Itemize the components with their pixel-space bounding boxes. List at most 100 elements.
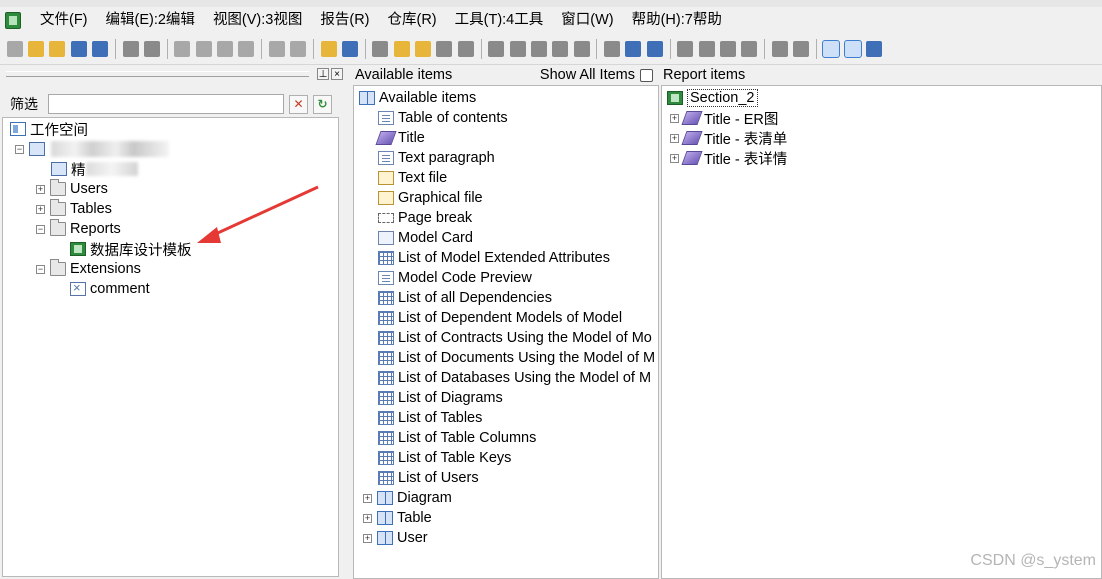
pen-icon[interactable] bbox=[530, 40, 547, 57]
list-item[interactable]: List of Databases Using the Model of M bbox=[378, 368, 651, 388]
close-pane-button[interactable]: × bbox=[331, 68, 343, 80]
new-icon[interactable] bbox=[6, 40, 23, 57]
list-item[interactable]: Table of contents bbox=[378, 108, 508, 128]
font-icon[interactable] bbox=[573, 40, 590, 57]
list-item[interactable]: List of Table Columns bbox=[378, 428, 536, 448]
report-format-icon[interactable] bbox=[372, 40, 389, 57]
copy-icon[interactable] bbox=[195, 40, 212, 57]
list-item[interactable]: List of Users bbox=[378, 468, 479, 488]
paste-icon[interactable] bbox=[217, 40, 234, 57]
list-item[interactable]: List of Table Keys bbox=[378, 448, 511, 468]
add-item-icon[interactable] bbox=[457, 40, 474, 57]
tree-model-sub[interactable]: 精 bbox=[51, 159, 138, 179]
list-item[interactable]: Page break bbox=[378, 208, 472, 228]
image2-icon[interactable] bbox=[698, 40, 715, 57]
show-all-items-checkbox[interactable] bbox=[640, 68, 653, 82]
list-item[interactable]: List of Model Extended Attributes bbox=[378, 248, 610, 268]
collapse-pane-button[interactable]: ⊥ bbox=[317, 68, 329, 80]
list-item[interactable]: Graphical file bbox=[378, 188, 483, 208]
menu-repository[interactable]: 仓库(R) bbox=[379, 7, 446, 33]
report-template-icon[interactable] bbox=[415, 40, 432, 57]
list-group[interactable]: + Diagram bbox=[363, 488, 452, 508]
expand-toggle-icon[interactable]: + bbox=[363, 513, 372, 523]
menu-edit[interactable]: 编辑(E):2编辑 bbox=[97, 7, 204, 33]
move-right-icon[interactable] bbox=[646, 40, 663, 57]
expand-toggle-icon[interactable]: + bbox=[670, 113, 679, 123]
image6-icon[interactable] bbox=[793, 40, 810, 57]
tree-users[interactable]: + Users bbox=[36, 179, 108, 199]
view-mode3-icon[interactable] bbox=[866, 40, 883, 57]
menu-help[interactable]: 帮助(H):7帮助 bbox=[623, 7, 731, 33]
move-left-icon[interactable] bbox=[625, 40, 642, 57]
redo-icon[interactable] bbox=[290, 40, 307, 57]
tree-report-item[interactable]: 数据库设计模板 bbox=[70, 239, 192, 259]
list-item[interactable]: List of Tables bbox=[378, 408, 482, 428]
menu-window[interactable]: 窗口(W) bbox=[552, 7, 622, 33]
expand-toggle-icon[interactable]: + bbox=[670, 153, 679, 163]
list-item[interactable]: Model Card bbox=[378, 228, 473, 248]
app-icon[interactable] bbox=[5, 11, 21, 29]
list-group[interactable]: + Table bbox=[363, 508, 432, 528]
report-item[interactable]: + Title - ER图 bbox=[670, 108, 778, 128]
undo-icon[interactable] bbox=[268, 40, 285, 57]
filter-input[interactable] bbox=[48, 94, 284, 114]
view-mode-icon[interactable] bbox=[822, 39, 841, 58]
properties-icon[interactable] bbox=[320, 40, 337, 57]
list-item[interactable]: List of all Dependencies bbox=[378, 288, 552, 308]
image4-icon[interactable] bbox=[741, 40, 758, 57]
list-item[interactable]: List of Dependent Models of Model bbox=[378, 308, 622, 328]
menu-file[interactable]: 文件(F) bbox=[31, 7, 97, 33]
open-icon[interactable] bbox=[49, 40, 66, 57]
collapse-toggle-icon[interactable]: − bbox=[36, 224, 45, 234]
list-group[interactable]: + User bbox=[363, 528, 428, 548]
list-item[interactable]: List of Documents Using the Model of M bbox=[378, 348, 655, 368]
layout-icon[interactable] bbox=[488, 40, 505, 57]
tree-reports[interactable]: − Reports bbox=[36, 219, 121, 239]
image-icon[interactable] bbox=[677, 40, 694, 57]
tree-tables[interactable]: + Tables bbox=[36, 199, 112, 219]
list-item[interactable]: List of Contracts Using the Model of Mo bbox=[378, 328, 652, 348]
add-section-icon[interactable] bbox=[436, 40, 453, 57]
report-section[interactable]: Section_2 bbox=[667, 88, 758, 108]
list-item[interactable]: Text file bbox=[378, 168, 447, 188]
expand-toggle-icon[interactable]: + bbox=[363, 533, 372, 543]
clear-filter-icon[interactable]: ✕ bbox=[289, 94, 308, 114]
new-package-icon[interactable] bbox=[28, 40, 45, 57]
expand-toggle-icon[interactable]: + bbox=[36, 184, 45, 194]
tree-extensions[interactable]: − Extensions bbox=[36, 259, 141, 279]
brush-icon[interactable] bbox=[552, 40, 569, 57]
menu-tools[interactable]: 工具(T):4工具 bbox=[446, 7, 553, 33]
report-item[interactable]: + Title - 表清单 bbox=[670, 128, 787, 148]
report-item[interactable]: + Title - 表详情 bbox=[670, 148, 787, 168]
save-icon[interactable] bbox=[70, 40, 87, 57]
list-item[interactable]: Title bbox=[375, 128, 425, 148]
report-icon[interactable] bbox=[393, 40, 410, 57]
collapse-toggle-icon[interactable]: − bbox=[36, 264, 45, 274]
tree-workspace[interactable]: 工作空间 bbox=[10, 119, 88, 139]
collapse-toggle-icon[interactable]: − bbox=[15, 144, 24, 154]
delete-icon[interactable] bbox=[238, 40, 255, 57]
print-icon[interactable] bbox=[143, 40, 160, 57]
list-item[interactable]: List of Diagrams bbox=[378, 388, 503, 408]
generate-icon[interactable] bbox=[341, 40, 358, 57]
list-item[interactable]: Available items bbox=[359, 88, 476, 108]
print-preview-icon[interactable] bbox=[122, 40, 139, 57]
view-mode2-icon[interactable] bbox=[843, 39, 862, 58]
pane-grip[interactable] bbox=[6, 71, 309, 77]
image5-icon[interactable] bbox=[771, 40, 788, 57]
expand-toggle-icon[interactable]: + bbox=[363, 493, 372, 503]
page-icon[interactable] bbox=[604, 40, 621, 57]
tree-model[interactable]: − bbox=[15, 139, 169, 159]
expand-toggle-icon[interactable]: + bbox=[670, 133, 679, 143]
image3-icon[interactable] bbox=[719, 40, 736, 57]
format-icon[interactable] bbox=[509, 40, 526, 57]
menu-report[interactable]: 报告(R) bbox=[311, 7, 378, 33]
cut-icon[interactable] bbox=[174, 40, 191, 57]
tree-extension-item[interactable]: comment bbox=[70, 279, 150, 299]
menu-view[interactable]: 视图(V):3视图 bbox=[204, 7, 311, 33]
list-item[interactable]: Model Code Preview bbox=[378, 268, 532, 288]
expand-toggle-icon[interactable]: + bbox=[36, 204, 45, 214]
refresh-icon[interactable]: ↻ bbox=[313, 94, 332, 114]
save-all-icon[interactable] bbox=[92, 40, 109, 57]
list-item[interactable]: Text paragraph bbox=[378, 148, 495, 168]
